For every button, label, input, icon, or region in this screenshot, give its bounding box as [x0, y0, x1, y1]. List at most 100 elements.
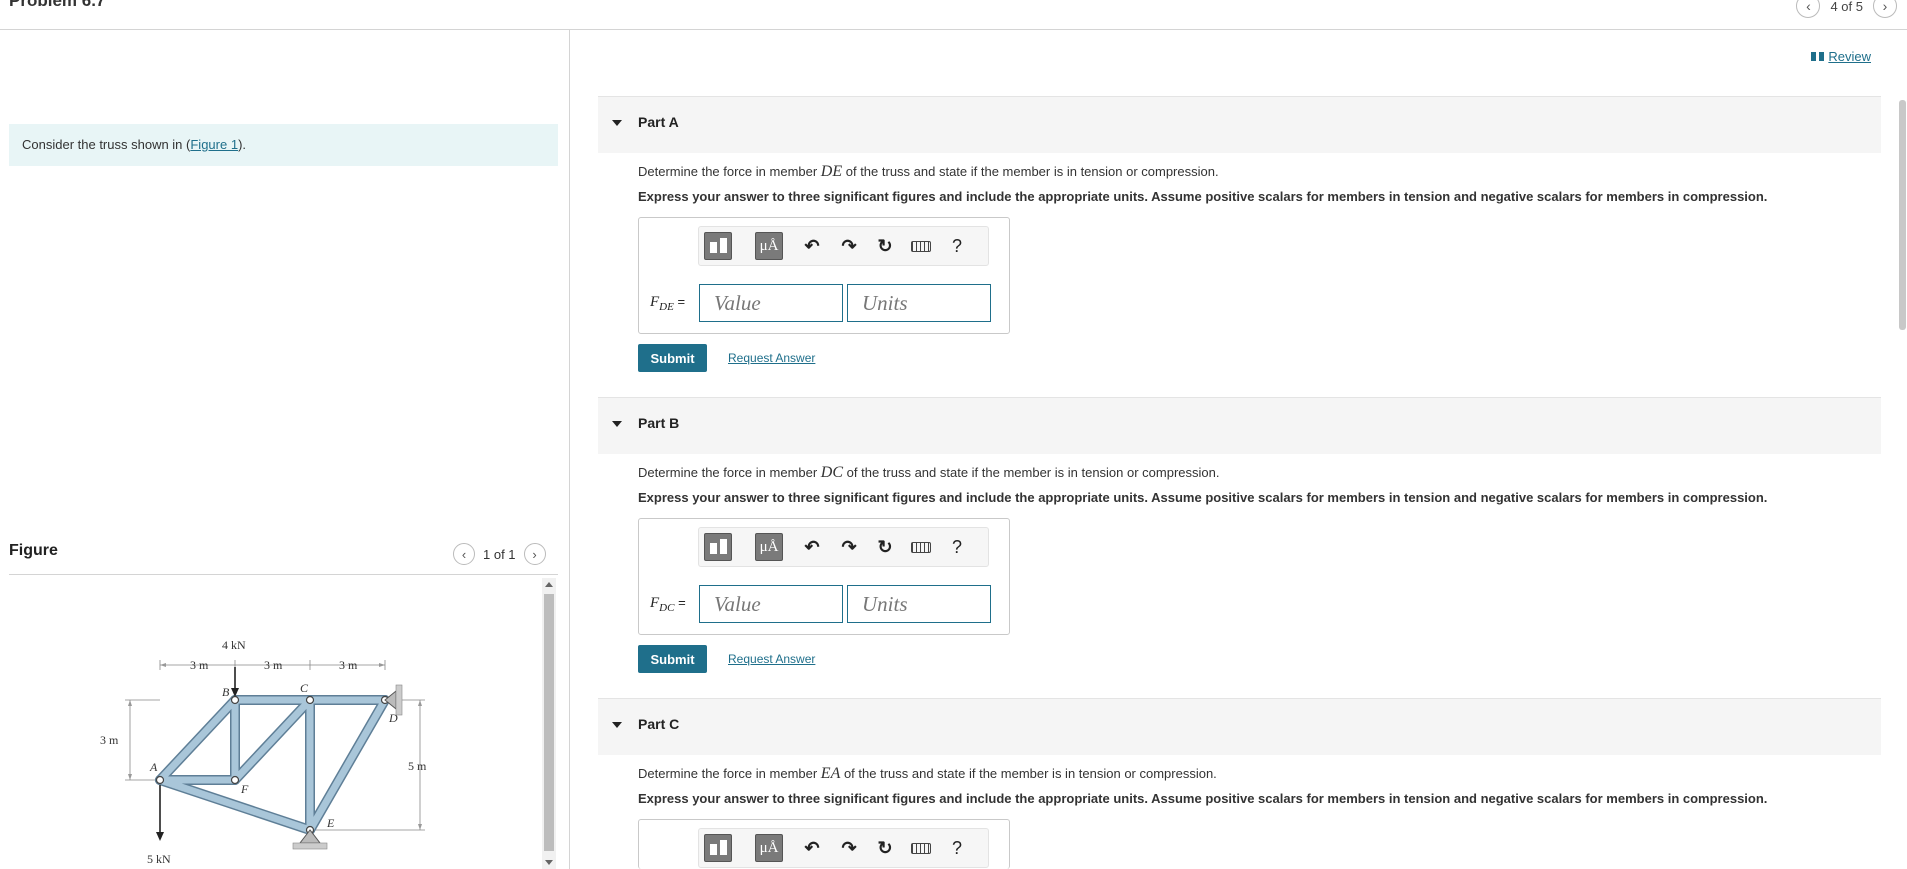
part-b-answer-box: μÅ ↶ ↷ ↻ ? FDC =	[638, 518, 1010, 635]
figure-pager-text: 1 of 1	[483, 546, 516, 562]
redo-icon[interactable]: ↷	[836, 232, 862, 260]
main-scrollbar[interactable]	[1898, 70, 1907, 869]
templates-button[interactable]	[704, 533, 732, 561]
units-button[interactable]: μÅ	[755, 232, 783, 260]
next-figure-button[interactable]: ›	[523, 543, 546, 565]
reset-icon[interactable]: ↻	[872, 834, 898, 862]
undo-icon[interactable]: ↶	[799, 533, 825, 561]
part-b-title: Part B	[638, 415, 680, 431]
keyboard-button[interactable]	[908, 834, 934, 862]
dim-right-height-label: 5 m	[408, 759, 427, 773]
part-c-question: Determine the force in member EA of the …	[638, 765, 1217, 783]
member-name: EA	[820, 765, 841, 782]
question-suffix: of the truss and state if the member is …	[842, 164, 1219, 179]
label-equals: =	[673, 294, 686, 309]
templates-button[interactable]	[704, 232, 732, 260]
part-c-header[interactable]: Part C	[598, 698, 1881, 755]
part-b-request-answer-link[interactable]: Request Answer	[728, 652, 815, 666]
previous-problem-button[interactable]: ‹	[1796, 0, 1821, 18]
part-b-submit-button[interactable]: Submit	[638, 645, 707, 673]
question-prefix: Determine the force in member	[638, 766, 821, 781]
dim-ab-label: 3 m	[190, 658, 209, 672]
review-label: Review	[1828, 49, 1871, 64]
member-name: DC	[820, 464, 844, 481]
part-c-answer-box: μÅ ↶ ↷ ↻ ?	[638, 819, 1010, 869]
part-b-header[interactable]: Part B	[598, 397, 1881, 454]
chevron-right-icon: ›	[1882, 0, 1888, 14]
reset-icon[interactable]: ↻	[872, 232, 898, 260]
dimension-lines	[125, 660, 425, 831]
units-button[interactable]: μÅ	[755, 834, 783, 862]
redo-icon[interactable]: ↷	[836, 533, 862, 561]
keyboard-button[interactable]	[908, 232, 934, 260]
scroll-up-icon[interactable]	[545, 582, 553, 587]
question-prefix: Determine the force in member	[638, 164, 821, 179]
pin-support-e	[292, 829, 328, 850]
label-subscript: DE	[659, 301, 674, 313]
reset-icon[interactable]: ↻	[872, 533, 898, 561]
part-c-title: Part C	[638, 716, 680, 732]
figure-scrollbar[interactable]	[542, 578, 556, 869]
previous-figure-button[interactable]: ‹	[453, 543, 475, 565]
figure-scrollbar-thumb[interactable]	[544, 594, 554, 851]
top-bar: Problem 6.7 ‹ 4 of 5 ›	[0, 0, 1907, 30]
next-problem-button[interactable]: ›	[1873, 0, 1897, 18]
right-pane: Review Part A Determine the force in mem…	[571, 30, 1907, 869]
dim-bc-label: 3 m	[264, 658, 283, 672]
equation-toolbar: μÅ ↶ ↷ ↻ ?	[698, 828, 989, 868]
node-f-label: F	[240, 782, 249, 796]
label-symbol: F	[650, 595, 660, 611]
dim-cd-label: 3 m	[339, 658, 358, 672]
units-button[interactable]: μÅ	[755, 533, 783, 561]
chevron-left-icon: ‹	[1806, 0, 1811, 14]
collapse-caret-icon	[612, 722, 622, 728]
redo-icon[interactable]: ↷	[836, 834, 862, 862]
figure-link[interactable]: Figure 1	[190, 137, 238, 152]
book-icon	[1811, 52, 1825, 61]
node-e-label: E	[326, 816, 335, 830]
part-a-question: Determine the force in member DE of the …	[638, 163, 1219, 181]
part-a-header[interactable]: Part A	[598, 96, 1881, 153]
problem-pager-text: 4 of 5	[1830, 0, 1863, 14]
help-button[interactable]: ?	[944, 232, 970, 260]
label-subscript: DC	[659, 602, 675, 614]
node-b-label: B	[222, 685, 230, 699]
help-button[interactable]: ?	[944, 834, 970, 862]
question-suffix: of the truss and state if the member is …	[843, 465, 1220, 480]
part-a-answer-box: μÅ ↶ ↷ ↻ ? FDE =	[638, 217, 1010, 334]
part-a-title: Part A	[638, 114, 679, 130]
problem-title: Problem 6.7	[9, 0, 106, 10]
node-d-label: D	[388, 711, 398, 725]
node-c-label: C	[300, 681, 309, 695]
load-b-label: 4 kN	[222, 638, 246, 652]
help-button[interactable]: ?	[944, 533, 970, 561]
collapse-caret-icon	[612, 421, 622, 427]
question-suffix: of the truss and state if the member is …	[840, 766, 1217, 781]
part-a-submit-button[interactable]: Submit	[638, 344, 707, 372]
templates-button[interactable]	[704, 834, 732, 862]
truss-figure: 4 kN 5 kN 3 m 3 m 3 m 3 m 5 m A B C D E …	[100, 638, 427, 865]
keyboard-button[interactable]	[908, 533, 934, 561]
part-c-instruction: Express your answer to three significant…	[638, 791, 1768, 806]
node-a-label: A	[149, 760, 158, 774]
truss-members	[156, 696, 389, 834]
part-a-units-input[interactable]	[847, 284, 991, 322]
figure-heading: Figure	[9, 542, 58, 559]
collapse-caret-icon	[612, 120, 622, 126]
chevron-right-icon: ›	[532, 546, 537, 562]
equation-toolbar: μÅ ↶ ↷ ↻ ?	[698, 226, 989, 266]
part-b-value-input[interactable]	[699, 585, 843, 623]
part-a-value-input[interactable]	[699, 284, 843, 322]
review-link[interactable]: Review	[1811, 49, 1871, 64]
figure-divider	[9, 574, 558, 575]
undo-icon[interactable]: ↶	[799, 232, 825, 260]
dim-left-height-label: 3 m	[100, 733, 119, 747]
undo-icon[interactable]: ↶	[799, 834, 825, 862]
scroll-down-icon[interactable]	[545, 860, 553, 865]
figure-pager: ‹ 1 of 1 ›	[453, 543, 546, 565]
keyboard-icon	[911, 541, 931, 553]
main-scrollbar-thumb[interactable]	[1899, 100, 1906, 330]
part-b-units-input[interactable]	[847, 585, 991, 623]
part-b-question: Determine the force in member DC of the …	[638, 464, 1220, 482]
part-a-request-answer-link[interactable]: Request Answer	[728, 351, 815, 365]
